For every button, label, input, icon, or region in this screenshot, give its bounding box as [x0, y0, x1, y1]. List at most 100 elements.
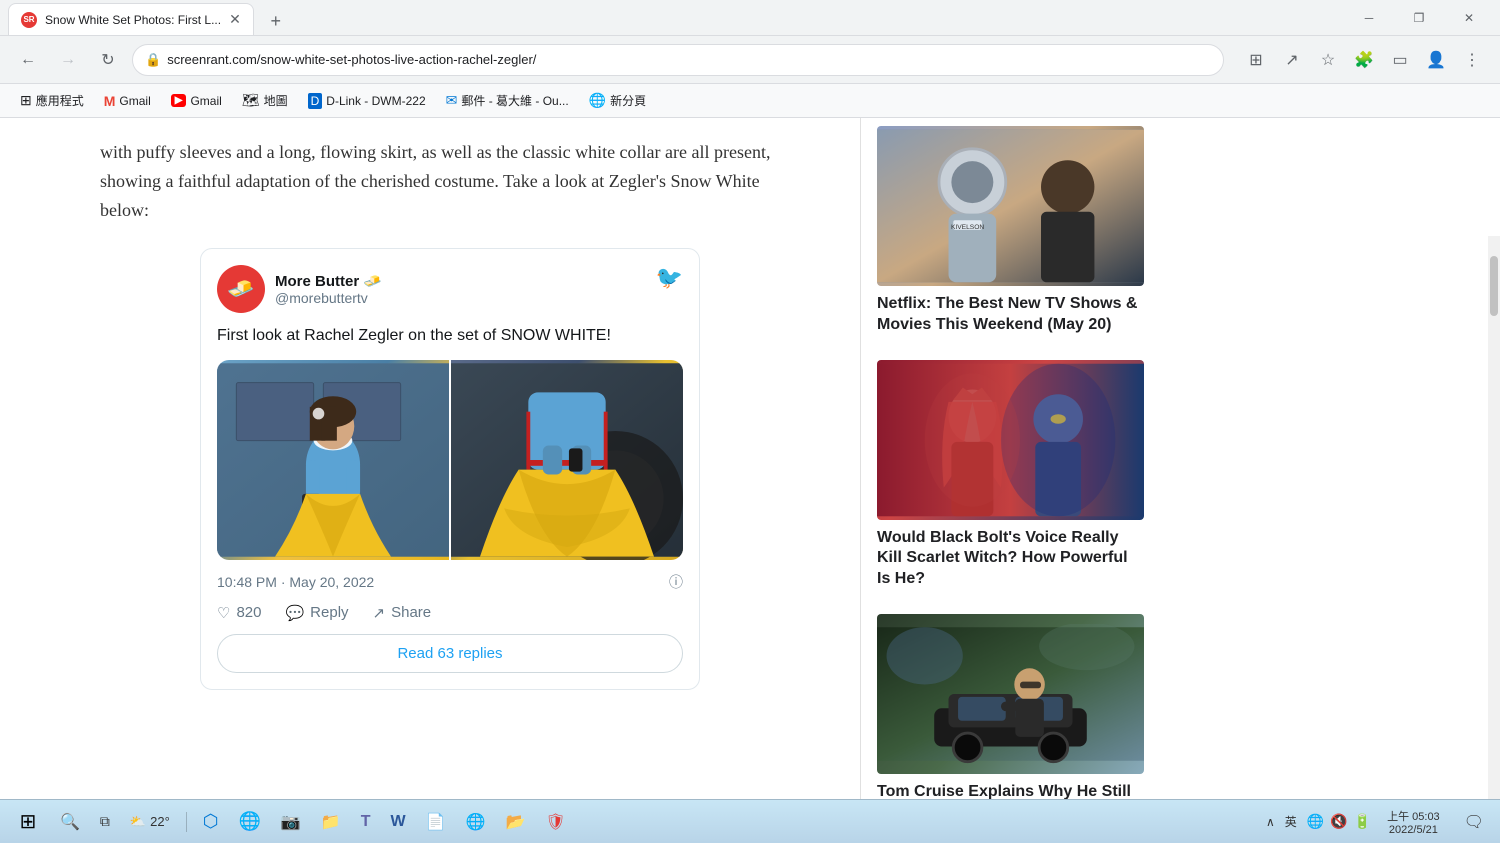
restore-button[interactable]: ❐: [1396, 2, 1442, 34]
weather-widget[interactable]: ⛅ 22°: [122, 814, 178, 830]
chrome-icon: 🌐: [239, 811, 261, 832]
taskbar-separator: [186, 812, 187, 832]
network-icon[interactable]: 🌐: [1307, 813, 1324, 830]
time-display: 上午 05:03: [1387, 808, 1440, 824]
svg-text:KIVELSON: KIVELSON: [951, 224, 984, 231]
sys-tray-icons: ∧ 英 🌐 🔇 🔋: [1266, 813, 1371, 830]
tweet-info-icon[interactable]: ⓘ: [669, 572, 683, 592]
bookmark-gmail[interactable]: M Gmail: [96, 89, 159, 113]
bookmark-newtab[interactable]: 🌐 新分頁: [581, 89, 654, 113]
taskbar-chrome2[interactable]: 🌐: [458, 804, 494, 840]
taskbar-filemanager[interactable]: 📁: [313, 804, 349, 840]
title-bar: SR Snow White Set Photos: First L... ✕ +…: [0, 0, 1500, 36]
taskbar-antivirus[interactable]: 🛡: [537, 804, 573, 840]
bookmark-star-icon[interactable]: ☆: [1312, 44, 1344, 76]
camera-icon: 📷: [281, 812, 301, 832]
share-icon[interactable]: ↗: [1276, 44, 1308, 76]
taskbar: ⊞ 🔍 ⧉ ⛅ 22° ⬡ 🌐 📷 📁 T W: [0, 799, 1500, 843]
scroll-thumb[interactable]: [1490, 256, 1498, 316]
sidebar-card-netflix[interactable]: KIVELSON Netflix: The Best New TV Shows …: [877, 126, 1144, 336]
taskbar-edge[interactable]: ⬡: [195, 804, 227, 840]
tab-bar: SR Snow White Set Photos: First L... ✕ +: [8, 0, 1346, 35]
share-icon: ↗: [373, 604, 386, 622]
tab-title: Snow White Set Photos: First L...: [45, 13, 221, 27]
tweet-share-button[interactable]: ↗ Share: [373, 604, 432, 622]
heart-icon: ♡: [217, 604, 230, 622]
url-bar[interactable]: 🔒 screenrant.com/snow-white-set-photos-l…: [132, 44, 1224, 76]
weather-icon: ⛅: [130, 814, 146, 830]
clock[interactable]: 上午 05:03 2022/5/21: [1379, 808, 1448, 836]
toolbar-icons: ⊞ ↗ ☆ 🧩 ▭ 👤 ⋮: [1240, 44, 1488, 76]
youtube-label: Gmail: [190, 94, 221, 108]
word-icon: W: [391, 813, 406, 831]
sidebar-image-mission: [877, 614, 1144, 774]
new-tab-button[interactable]: +: [262, 7, 290, 35]
bookmark-maps[interactable]: 🗺 地圖: [234, 89, 296, 113]
refresh-button[interactable]: ↻: [92, 44, 124, 76]
menu-icon[interactable]: ⋮: [1456, 44, 1488, 76]
start-button[interactable]: ⊞: [8, 804, 48, 840]
taskbar-pdf[interactable]: 📄: [418, 804, 454, 840]
sidebar-image-marvel: [877, 360, 1144, 520]
close-button[interactable]: ✕: [1446, 2, 1492, 34]
tweet-embed: 🧈 More Butter 🧈 @morebuttertv 🐦 First lo…: [200, 248, 700, 689]
weather-temp: 22°: [150, 814, 170, 829]
article-paragraph: with puffy sleeves and a long, flowing s…: [100, 138, 800, 224]
taskbar-camera[interactable]: 📷: [273, 804, 309, 840]
minimize-button[interactable]: ─: [1346, 2, 1392, 34]
files-icon: 📂: [506, 812, 526, 832]
battery-icon[interactable]: 🔋: [1354, 813, 1371, 830]
forward-button[interactable]: →: [52, 44, 84, 76]
right-sidebar: KIVELSON Netflix: The Best New TV Shows …: [860, 118, 1160, 799]
taskbar-teams[interactable]: T: [353, 804, 379, 840]
sidebar-title-netflix: Netflix: The Best New TV Shows & Movies …: [877, 294, 1144, 336]
system-tray: ∧ 英 🌐 🔇 🔋 上午 05:03 2022/5/21 🗨: [1266, 804, 1492, 840]
sidebar-icon[interactable]: ▭: [1384, 44, 1416, 76]
chevron-icon[interactable]: ∧: [1266, 815, 1275, 829]
browser-frame: SR Snow White Set Photos: First L... ✕ +…: [0, 0, 1500, 843]
tweet-image-left: [217, 360, 449, 560]
sidebar-title-mission: Tom Cruise Explains Why He Still Does Hi…: [877, 782, 1144, 799]
address-bar: ← → ↻ 🔒 screenrant.com/snow-white-set-ph…: [0, 36, 1500, 84]
translate-icon[interactable]: ⊞: [1240, 44, 1272, 76]
taskbar-word[interactable]: W: [383, 804, 414, 840]
extensions-icon[interactable]: 🧩: [1348, 44, 1380, 76]
active-tab[interactable]: SR Snow White Set Photos: First L... ✕: [8, 3, 254, 35]
tweet-text: First look at Rachel Zegler on the set o…: [217, 325, 683, 347]
task-view-button[interactable]: ⧉: [92, 804, 118, 840]
page-content: with puffy sleeves and a long, flowing s…: [0, 118, 1500, 799]
tweet-read-replies-button[interactable]: Read 63 replies: [217, 634, 683, 673]
tab-favicon: SR: [21, 12, 37, 28]
tab-close-button[interactable]: ✕: [229, 11, 241, 28]
pdf-icon: 📄: [426, 812, 446, 832]
teams-icon: T: [361, 813, 371, 831]
date-display: 2022/5/21: [1389, 824, 1438, 836]
bookmark-mail[interactable]: ✉ 郵件 - 葛大維 - Ou...: [438, 89, 577, 113]
tweet-image-right: [451, 360, 683, 560]
tweet-actions: ♡ 820 💬 Reply ↗ Share: [217, 604, 683, 622]
sidebar-card-marvel[interactable]: Would Black Bolt's Voice Really Kill Sca…: [877, 360, 1144, 590]
window-controls: ─ ❐ ✕: [1346, 2, 1492, 34]
back-button[interactable]: ←: [12, 44, 44, 76]
bookmark-dlink[interactable]: D D-Link - DWM-222: [300, 89, 434, 113]
tweet-like-button[interactable]: ♡ 820: [217, 604, 261, 622]
lang-indicator[interactable]: 英: [1281, 813, 1301, 830]
profile-icon[interactable]: 👤: [1420, 44, 1452, 76]
edge-icon: ⬡: [203, 811, 219, 832]
tweet-images: [217, 360, 683, 560]
sidebar-card-mission[interactable]: Tom Cruise Explains Why He Still Does Hi…: [877, 614, 1144, 799]
tweet-timestamp: 10:48 PM · May 20, 2022 ⓘ: [217, 572, 683, 592]
bookmark-youtube[interactable]: ▶ Gmail: [163, 89, 230, 113]
taskbar-chrome[interactable]: 🌐: [231, 804, 269, 840]
scrollbar[interactable]: [1488, 236, 1500, 799]
search-button[interactable]: 🔍: [52, 804, 88, 840]
bookmark-apps[interactable]: ⊞ 應用程式: [12, 89, 92, 113]
notification-button[interactable]: 🗨: [1456, 804, 1492, 840]
antivirus-icon: 🛡: [545, 812, 565, 832]
sidebar-title-marvel: Would Black Bolt's Voice Really Kill Sca…: [877, 528, 1144, 590]
taskbar-files[interactable]: 📂: [498, 804, 534, 840]
comment-icon: 💬: [285, 604, 304, 622]
volume-mute-icon[interactable]: 🔇: [1330, 813, 1347, 830]
tweet-user-info: More Butter 🧈 @morebuttertv: [275, 272, 382, 306]
tweet-reply-button[interactable]: 💬 Reply: [285, 604, 348, 622]
